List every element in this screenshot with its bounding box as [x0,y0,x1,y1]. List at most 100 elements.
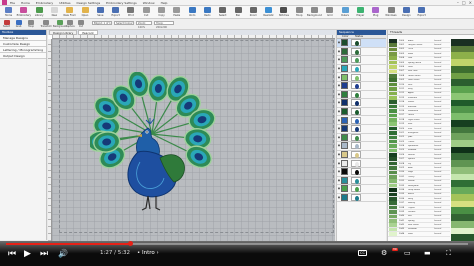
play-icon[interactable]: ▶ [24,249,31,259]
color-swatch [341,39,348,47]
ribbon-button-export[interactable]: Export [110,7,121,18]
sequence-row[interactable]: ● [337,47,386,57]
sequence-row[interactable]: ● [337,39,386,48]
maximize-button[interactable]: □ [462,0,466,5]
menu-utilities[interactable]: Utilities [59,1,70,5]
fullscreen-icon[interactable]: ⛶ [446,249,451,257]
ribbon-button-select[interactable]: Select [217,7,228,18]
sequence-row[interactable]: ● [337,185,386,194]
thread-number: 1005 [399,61,405,64]
ribbon-button-hoop[interactable]: Hoop [294,7,305,18]
ribbon-button-paste[interactable]: Paste [171,7,182,18]
thread-name: Dark Green [408,79,420,82]
ribbon-button-cut[interactable]: Cut [141,7,152,18]
ribbon-button-design[interactable]: Design [401,7,412,18]
tool-hoop[interactable]: Hoop [28,20,34,28]
sequence-row[interactable]: ● [337,125,386,134]
ribbon-button-open[interactable]: Open [80,7,91,18]
ribbon-button-new[interactable]: New [49,7,60,18]
close-button[interactable]: × [469,0,472,5]
tool-transform[interactable]: Transform [41,20,52,28]
sequence-panel: Sequence Color Status ● ● ● ● ● ● ● ● ● ● ● ● ● ● ● ● ● ●… [336,30,386,241]
progress-bar[interactable] [6,241,468,246]
sequence-row[interactable]: ● [337,151,386,160]
thread-row[interactable]: 1044 Frost Isacord [388,232,450,237]
sequence-row[interactable]: ● [337,133,386,143]
thread-brand: Isacord [434,197,442,200]
thread-swatch [389,175,397,179]
sequence-row[interactable]: ● [337,159,386,168]
menu-embroidery-settings[interactable]: Embroidery Settings [106,1,137,5]
ribbon-button-stitches[interactable]: Stitches [278,7,289,18]
tool-capture[interactable]: Capture [66,20,75,28]
chapter-label[interactable]: • Intro › [137,250,159,256]
sequence-row[interactable]: ● [337,73,386,82]
select-colour-field[interactable]: Select Colour [114,21,134,25]
menu-file[interactable]: File [10,1,15,5]
thread-swatch [389,56,397,61]
sequence-row[interactable]: ● [337,90,386,100]
ribbon-button-undo[interactable]: Undo [187,7,198,18]
captions-button[interactable]: CC [358,250,367,256]
design-grid[interactable] [52,39,335,241]
copy-icon [158,7,165,13]
ribbon-button-player[interactable]: Player [355,7,366,18]
ribbon-button-label: Print [128,14,134,17]
ribbon-button-embroidery[interactable]: Embroidery [17,7,31,18]
ribbon-button-windows[interactable]: Windows [385,7,397,18]
ribbon-button-pan[interactable]: Pan [233,7,244,18]
thumbnail-shape [355,67,359,73]
ribbon-button-grid[interactable]: Grid [324,7,335,18]
menu-help[interactable]: Help [161,1,168,5]
thread-brand: Isacord [434,224,442,227]
ribbon-button-new-from[interactable]: New From [63,7,76,18]
menu-design-settings[interactable]: Design Settings [77,1,101,5]
ribbon-button-redo[interactable]: Redo [202,7,213,18]
scrubber-handle[interactable] [128,241,134,246]
sequence-row[interactable]: ● [337,168,386,177]
ribbon-button-save[interactable]: Save [95,7,106,18]
sequence-row[interactable]: ● [337,65,386,74]
theater-mode-icon[interactable]: ▬ [424,249,431,257]
sequence-row[interactable]: ● [337,116,386,125]
sequence-row[interactable]: ● [337,142,386,151]
menu-home[interactable]: Home [21,1,30,5]
tool-select[interactable]: Select [3,20,10,28]
menu-embroidery[interactable]: Embroidery [36,1,53,5]
peacock-design[interactable] [90,72,220,222]
hoop-field[interactable]: Hoop: 200x200 [154,21,174,29]
ribbon-button-export[interactable]: Export [416,7,427,18]
next-icon[interactable]: ⏭ [40,249,48,259]
section-output-design[interactable]: Output Design [0,53,46,59]
ribbon-button-print[interactable]: Print [125,7,136,18]
sequence-row[interactable]: ● [337,99,386,108]
tool-label: Transform [40,25,52,28]
ribbon-button-home[interactable]: Home [3,7,14,18]
previous-icon[interactable]: ⏮ [8,249,16,259]
sequence-row[interactable]: ● [337,193,386,203]
sequence-row[interactable]: ● [337,82,386,91]
ribbon-button-rulers[interactable]: Rulers [340,7,351,18]
settings-icon[interactable]: ⚙ [381,249,387,257]
thread-name: Black [408,39,414,42]
ribbon-button-background[interactable]: Background [307,7,322,18]
ribbon-button-plug[interactable]: Plug [370,7,381,18]
sequence-row[interactable]: ● [337,176,386,186]
ribbon-button-copy[interactable]: Copy [156,7,167,18]
thread-swatch [389,170,397,175]
tool-grab[interactable]: Grab [15,20,22,28]
minimize-button[interactable]: – [457,0,459,5]
miniplayer-icon[interactable]: ▭ [404,249,411,257]
menu-window[interactable]: Window [143,1,155,5]
color-swatch [341,99,348,107]
ribbon-button-library[interactable]: Library [34,7,45,18]
zoom-field[interactable]: Zoom: 100% [136,21,152,29]
sequence-row[interactable]: ● [337,108,386,117]
volume-icon[interactable]: 🔊 [58,249,68,259]
background-field[interactable]: Bkgnd: 1 of 1 [92,21,112,25]
ribbon-button-realistic[interactable]: Realistic [263,7,274,18]
sequence-row[interactable]: ● [337,56,386,65]
tool-cut[interactable]: Cut [78,20,84,28]
ribbon-button-zoom[interactable]: Zoom [248,7,259,18]
ribbon-button-label: Export [417,14,426,17]
